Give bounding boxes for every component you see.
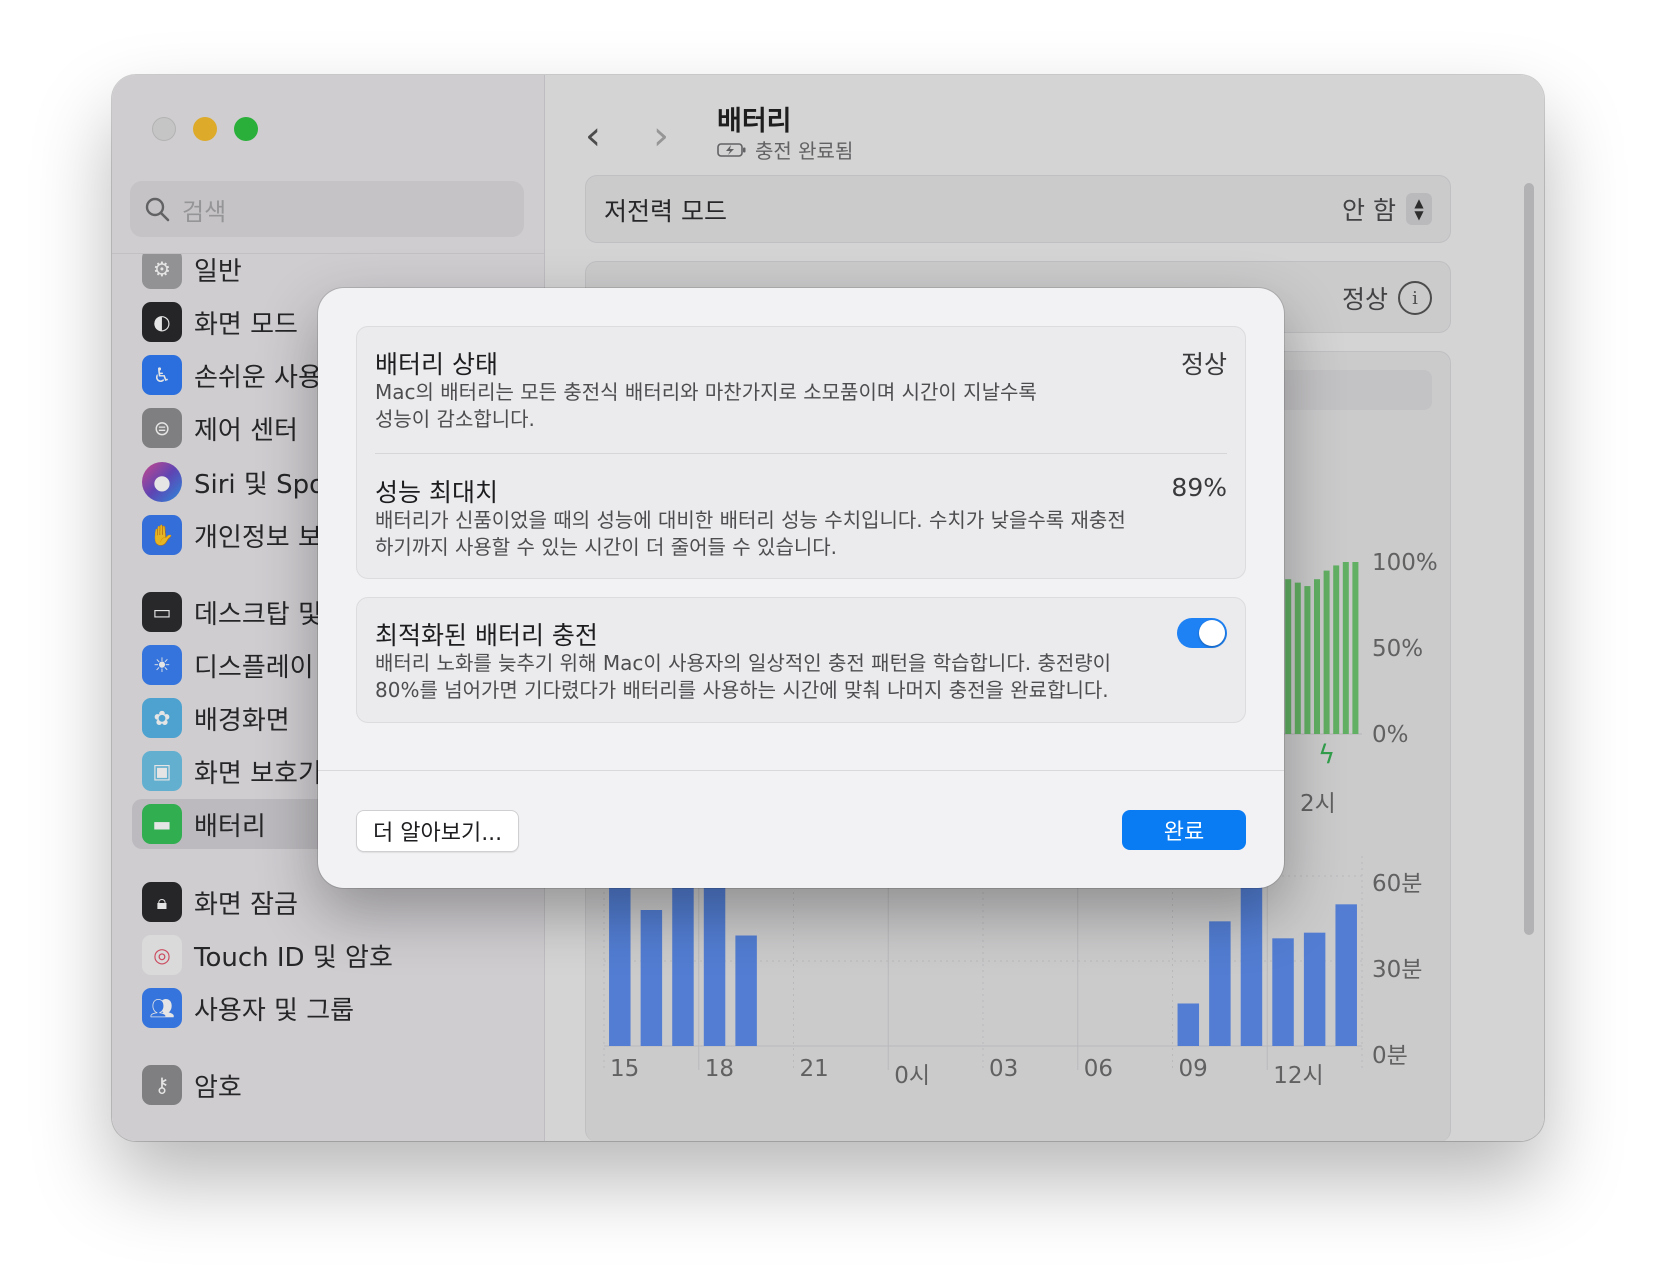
back-chevron-icon[interactable]: ‹ <box>585 113 601 159</box>
battery-health-summary: 정상 i <box>1342 280 1432 316</box>
sidebar-item-label: 암호 <box>194 1072 242 1103</box>
optimized-charging-title: 최적화된 배터리 충전 <box>375 621 598 650</box>
usage-y-tick: 30분 <box>1372 957 1423 983</box>
zoom-button[interactable] <box>234 117 258 141</box>
sidebar-item-touch-id[interactable]: ◎ Touch ID 및 암호 <box>132 930 528 980</box>
usage-x-tick: 15 <box>610 1056 640 1082</box>
gear-icon: ⚙ <box>142 254 182 289</box>
health-capacity-card: 배터리 상태 정상 Mac의 배터리는 모든 충전식 배터리와 마찬가지로 소모… <box>356 326 1246 579</box>
screensaver-icon: ▣ <box>142 751 182 791</box>
page-title: 배터리 <box>717 106 792 137</box>
maximum-capacity-title: 성능 최대치 <box>375 478 498 507</box>
sidebar-item-label: 화면 모드 <box>194 309 298 340</box>
scrollbar[interactable] <box>1524 183 1534 935</box>
battery-health-status: 정상 <box>1180 350 1227 379</box>
usage-bar <box>640 910 663 1046</box>
footer-divider <box>318 770 1284 771</box>
done-button[interactable]: 완료 <box>1122 810 1246 850</box>
usage-bar <box>735 935 757 1046</box>
search-placeholder: 검색 <box>182 197 227 226</box>
low-power-mode-select[interactable]: 안 함 ▲ ▼ <box>1342 191 1432 227</box>
usage-x-tick: 09 <box>1178 1056 1208 1082</box>
sidebar-item-label: 배경화면 <box>194 705 290 736</box>
sidebar-item-label: 디스플레이 <box>194 652 314 683</box>
siri-icon: ● <box>142 462 182 502</box>
info-icon[interactable]: i <box>1398 281 1432 315</box>
description-line: 배터리 노화를 늦추기 위해 Mac이 사용자의 일상적인 충전 패턴을 학습합… <box>375 651 1112 675</box>
key-icon: ⚷ <box>142 1065 182 1105</box>
usage-x-tick: 06 <box>1083 1056 1114 1082</box>
sidebar-item-label: Touch ID 및 암호 <box>194 942 393 973</box>
forward-chevron-icon[interactable]: › <box>653 113 669 159</box>
fingerprint-icon: ◎ <box>142 935 182 975</box>
search-field[interactable]: 검색 <box>130 181 524 237</box>
optimized-charging-description: 배터리 노화를 늦추기 위해 Mac이 사용자의 일상적인 충전 패턴을 학습합… <box>375 650 1175 704</box>
lock-icon: 🔒︎ <box>142 882 182 922</box>
control-center-icon: ⊜ <box>142 408 182 448</box>
description-line: 80%를 넘어가면 기다렸다가 배터리를 사용하는 시간에 맞춰 나머지 충전을… <box>375 678 1109 702</box>
window-controls <box>152 117 258 141</box>
charge-status-text: 충전 완료됨 <box>755 139 854 163</box>
users-icon: 👥︎ <box>142 988 182 1028</box>
battery-health-title: 배터리 상태 <box>375 350 498 379</box>
battery-health-description: Mac의 배터리는 모든 충전식 배터리와 마찬가지로 소모품이며 시간이 지날… <box>375 379 1135 433</box>
usage-bar <box>1303 932 1326 1046</box>
learn-more-button[interactable]: 더 알아보기... <box>356 810 520 852</box>
battery-health-value: 정상 <box>1341 285 1388 314</box>
description-line: 하기까지 사용할 수 있는 시간이 더 줄어들 수 있습니다. <box>375 535 838 559</box>
usage-x-tick: 12시 <box>1273 1063 1324 1089</box>
sidebar-item-users[interactable]: 👥︎ 사용자 및 그룹 <box>132 983 528 1033</box>
usage-bar <box>1209 921 1231 1046</box>
usage-y-tick: 60분 <box>1372 871 1423 897</box>
desktop-icon: ▭ <box>142 592 182 632</box>
usage-bar <box>1177 1003 1200 1046</box>
battery-health-sheet: 배터리 상태 정상 Mac의 배터리는 모든 충전식 배터리와 마찬가지로 소모… <box>318 288 1284 888</box>
sidebar-item-label: 배터리 <box>194 811 266 842</box>
description-line: 성능이 감소합니다. <box>375 407 535 431</box>
search-icon <box>145 197 170 222</box>
sidebar-item-label: 일반 <box>194 256 242 287</box>
accessibility-icon: ♿ <box>142 355 182 395</box>
up-down-chevron-icon: ▲ ▼ <box>1406 193 1432 225</box>
usage-bar <box>1335 904 1357 1046</box>
usage-y-tick: 0분 <box>1372 1043 1408 1069</box>
battery-charging-icon <box>717 142 746 157</box>
usage-x-tick: 03 <box>989 1056 1019 1082</box>
sidebar-item-label: 화면 보호기 <box>194 758 322 789</box>
maximum-capacity-description: 배터리가 신품이었을 때의 성능에 대비한 배터리 성능 수치입니다. 수치가 … <box>375 507 1135 561</box>
close-button[interactable] <box>152 117 176 141</box>
flower-icon: ✿ <box>142 698 182 738</box>
usage-bar <box>703 876 726 1046</box>
usage-x-tick: 0시 <box>894 1063 931 1089</box>
usage-bar <box>609 881 631 1046</box>
minimize-button[interactable] <box>193 117 217 141</box>
usage-x-tick: 21 <box>799 1056 829 1082</box>
low-power-mode-label: 저전력 모드 <box>604 197 727 226</box>
usage-bar <box>1272 938 1294 1046</box>
sun-icon: ☀ <box>142 645 182 685</box>
sidebar-item-label: 화면 잠금 <box>194 889 298 920</box>
sidebar-item-label: 손쉬운 사용 <box>194 362 322 393</box>
appearance-icon: ◐ <box>142 302 182 342</box>
sidebar-item-label: 사용자 및 그룹 <box>194 995 355 1026</box>
description-line: 배터리가 신품이었을 때의 성능에 대비한 배터리 성능 수치입니다. 수치가 … <box>375 508 1126 532</box>
usage-bar <box>672 878 694 1046</box>
description-line: Mac의 배터리는 모든 충전식 배터리와 마찬가지로 소모품이며 시간이 지날… <box>375 380 1037 404</box>
sidebar-item-passwords[interactable]: ⚷ 암호 <box>132 1060 528 1110</box>
battery-icon: ▬ <box>142 804 182 844</box>
low-power-mode-value: 안 함 <box>1342 196 1396 225</box>
maximum-capacity-value: 89% <box>1171 473 1227 502</box>
usage-bar <box>1240 876 1263 1046</box>
optimized-charging-toggle[interactable] <box>1177 618 1227 648</box>
usage-x-tick: 18 <box>704 1056 735 1082</box>
low-power-mode-row: 저전력 모드 안 함 ▲ ▼ <box>585 175 1451 243</box>
hand-icon: ✋ <box>142 515 182 555</box>
sidebar-item-label: 제어 센터 <box>194 415 298 446</box>
optimized-charging-card: 최적화된 배터리 충전 배터리 노화를 늦추기 위해 Mac이 사용자의 일상적… <box>356 597 1246 723</box>
charge-status: 충전 완료됨 <box>717 135 853 164</box>
divider <box>375 453 1227 454</box>
